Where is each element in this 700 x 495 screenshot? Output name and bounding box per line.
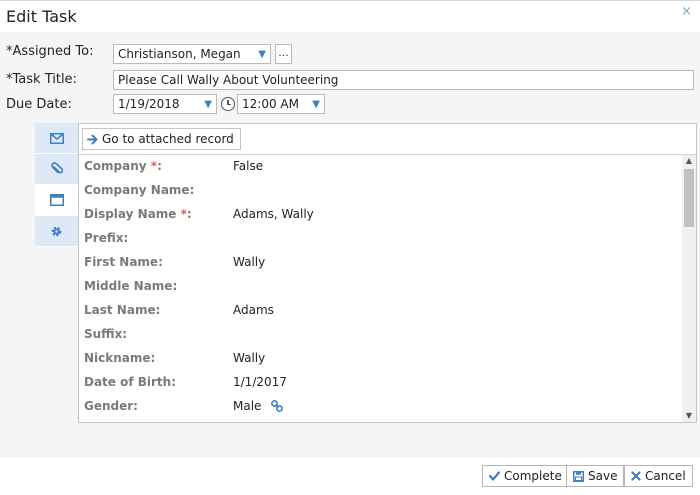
scrollbar[interactable]: ▲ ▼: [682, 155, 696, 422]
list-item: Nickname: Wally: [79, 347, 682, 371]
assigned-to-label: *Assigned To:: [6, 44, 94, 59]
field-label: Suffix:: [84, 327, 128, 341]
field-label: Middle Name:: [84, 279, 178, 293]
attached-record-panel: Go to attached record Company *: False C…: [78, 123, 697, 423]
field-label: Nickname:: [84, 351, 156, 365]
assigned-to-value: Christianson, Megan: [118, 47, 241, 61]
tab-settings[interactable]: [35, 216, 78, 247]
list-item: Suffix:: [79, 323, 682, 347]
paperclip-icon: [50, 162, 63, 174]
field-value: 1/1/2017: [233, 375, 287, 389]
floppy-disk-icon: [573, 470, 584, 482]
chevron-down-icon: ▼: [312, 99, 320, 110]
list-item: Prefix:: [79, 227, 682, 251]
scroll-down-icon[interactable]: ▼: [682, 410, 696, 422]
field-label: Date of Birth:: [84, 375, 177, 389]
list-item: Gender: Male: [79, 395, 682, 419]
due-time-value: 12:00 AM: [242, 97, 299, 111]
gear-icon: [51, 226, 62, 236]
list-item: Display Name *: Adams, Wally: [79, 203, 682, 227]
due-time-select[interactable]: 12:00 AM ▼: [237, 94, 325, 114]
field-label: Prefix:: [84, 231, 129, 245]
assigned-to-lookup-button[interactable]: ...: [275, 44, 292, 64]
complete-label: Complete: [504, 469, 562, 483]
record-fields-list: Company *: False Company Name: Display N…: [79, 155, 682, 422]
cancel-button[interactable]: Cancel: [624, 465, 693, 487]
list-item: Date of Birth: 1/1/2017: [79, 371, 682, 395]
edit-task-dialog: Edit Task × *Assigned To: Christianson, …: [0, 0, 700, 495]
field-value: Wally: [233, 255, 266, 269]
list-item: Last Name: Adams: [79, 299, 682, 323]
field-label: Gender:: [84, 399, 138, 413]
dialog-title: Edit Task: [6, 7, 77, 26]
list-item: First Name: Wally: [79, 251, 682, 275]
save-label: Save: [588, 469, 618, 483]
tab-email[interactable]: [35, 123, 78, 154]
field-value: Male: [233, 399, 284, 415]
assigned-to-select[interactable]: Christianson, Megan ▼: [113, 44, 271, 64]
task-title-input[interactable]: Please Call Wally About Volunteering: [113, 70, 694, 90]
close-icon[interactable]: ×: [681, 4, 692, 19]
field-value: Adams: [233, 303, 274, 317]
list-item: Middle Name:: [79, 275, 682, 299]
task-title-label: *Task Title:: [6, 72, 77, 87]
tab-record[interactable]: [35, 185, 78, 216]
arrow-right-icon: [87, 134, 98, 144]
scroll-up-icon[interactable]: ▲: [682, 155, 696, 167]
go-to-attached-record-label: Go to attached record: [102, 132, 234, 146]
field-value: False: [233, 159, 264, 173]
save-button[interactable]: Save: [566, 465, 625, 487]
due-date-value: 1/19/2018: [118, 97, 180, 111]
close-icon: [631, 471, 641, 481]
field-value: Adams, Wally: [233, 207, 314, 221]
scrollbar-thumb[interactable]: [684, 169, 694, 227]
dialog-titlebar: Edit Task ×: [0, 1, 700, 32]
checkmark-icon: [489, 471, 500, 481]
due-date-picker[interactable]: 1/19/2018 ▼: [113, 94, 217, 114]
list-item: Company Name:: [79, 179, 682, 203]
list-item: Company *: False: [79, 155, 682, 179]
task-title-value: Please Call Wally About Volunteering: [118, 73, 339, 87]
cancel-label: Cancel: [645, 469, 686, 483]
clock-icon: [221, 97, 235, 111]
field-label: Company Name:: [84, 183, 195, 197]
complete-button[interactable]: Complete: [482, 465, 569, 487]
chevron-down-icon: ▼: [204, 99, 212, 110]
window-icon: [49, 194, 64, 206]
field-value: Wally: [233, 351, 266, 365]
field-label: First Name:: [84, 255, 163, 269]
side-tab-strip: [35, 123, 78, 247]
envelope-icon: [49, 132, 64, 144]
tab-attachments[interactable]: [35, 154, 78, 185]
field-label: Last Name:: [84, 303, 161, 317]
link-icon[interactable]: [271, 399, 284, 415]
chevron-down-icon: ▼: [258, 49, 266, 60]
go-to-attached-record-button[interactable]: Go to attached record: [82, 128, 241, 150]
field-label: Company *:: [84, 159, 162, 173]
due-date-label: Due Date:: [6, 97, 72, 112]
field-label: Display Name *:: [84, 207, 192, 221]
